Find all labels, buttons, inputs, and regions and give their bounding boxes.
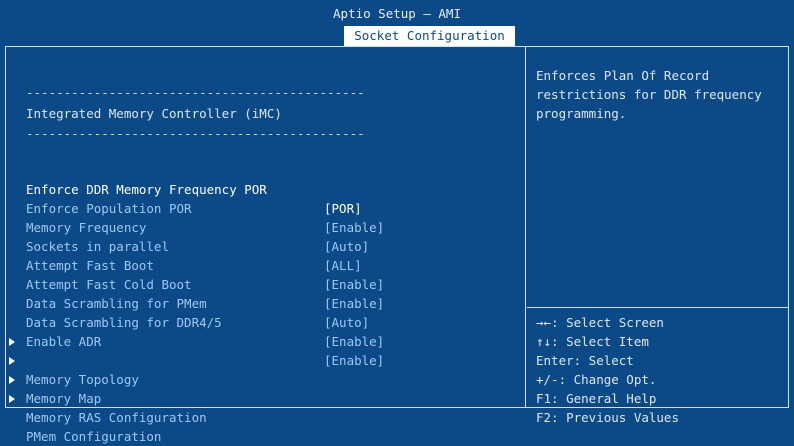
separator-line: ----------------------------------------… bbox=[26, 126, 365, 141]
section-title: Integrated Memory Controller (iMC) bbox=[26, 106, 282, 121]
setting-attempt-fast-boot[interactable]: Attempt Fast Boot [Enable] bbox=[0, 237, 520, 292]
setting-attempt-fast-cold-boot[interactable]: Attempt Fast Cold Boot [Enable] bbox=[0, 256, 520, 311]
panel-divider bbox=[525, 47, 526, 408]
tab-socket-configuration[interactable]: Socket Configuration bbox=[344, 26, 515, 46]
setting-memory-frequency[interactable]: Memory Frequency [Auto] bbox=[0, 199, 520, 254]
triangle-right-icon bbox=[9, 338, 15, 346]
app-title: Aptio Setup – AMI bbox=[333, 6, 461, 21]
submenu-label: PMem Configuration bbox=[26, 429, 162, 444]
key-hint: F2: Previous Values bbox=[536, 410, 679, 425]
triangle-right-icon bbox=[9, 395, 15, 403]
setting-sockets-in-parallel[interactable]: Sockets in parallel [ALL] bbox=[0, 218, 520, 273]
triangle-right-icon bbox=[9, 376, 15, 384]
key-hint: Enter: Select bbox=[536, 353, 634, 368]
setting-enable-adr[interactable]: Enable ADR [Enable] bbox=[0, 313, 520, 368]
help-divider bbox=[527, 307, 789, 308]
key-hint: F1: General Help bbox=[536, 391, 657, 406]
key-hint: →←: Select Screen bbox=[536, 315, 664, 330]
key-hint: ↑↓: Select Item bbox=[536, 334, 649, 349]
submenu-memory-topology[interactable]: Memory Topology bbox=[0, 332, 520, 387]
submenu-memory-map[interactable]: Memory Map bbox=[0, 351, 520, 406]
setting-enforce-population-por[interactable]: Enforce Population POR [Enable] bbox=[0, 180, 520, 235]
triangle-right-icon bbox=[9, 357, 15, 365]
separator-line: ----------------------------------------… bbox=[26, 85, 365, 100]
submenu-memory-ras-configuration[interactable]: Memory RAS Configuration bbox=[0, 370, 520, 425]
key-legend: →←: Select Screen ↑↓: Select Item Enter:… bbox=[536, 313, 786, 427]
setting-data-scrambling-pmem[interactable]: Data Scrambling for PMem [Auto] bbox=[0, 275, 520, 330]
help-text: Enforces Plan Of Record restrictions for… bbox=[536, 68, 762, 121]
key-hint: +/-: Change Opt. bbox=[536, 372, 657, 387]
submenu-label: Memory RAS Configuration bbox=[26, 410, 207, 425]
title-bar: Aptio Setup – AMI Socket Configuration bbox=[0, 0, 794, 46]
submenu-pmem-configuration[interactable]: PMem Configuration bbox=[0, 389, 520, 444]
setting-data-scrambling-ddr[interactable]: Data Scrambling for DDR4/5 [Enable] bbox=[0, 294, 520, 349]
setting-enforce-ddr-frequency-por[interactable]: Enforce DDR Memory Frequency POR [POR] bbox=[0, 161, 520, 216]
